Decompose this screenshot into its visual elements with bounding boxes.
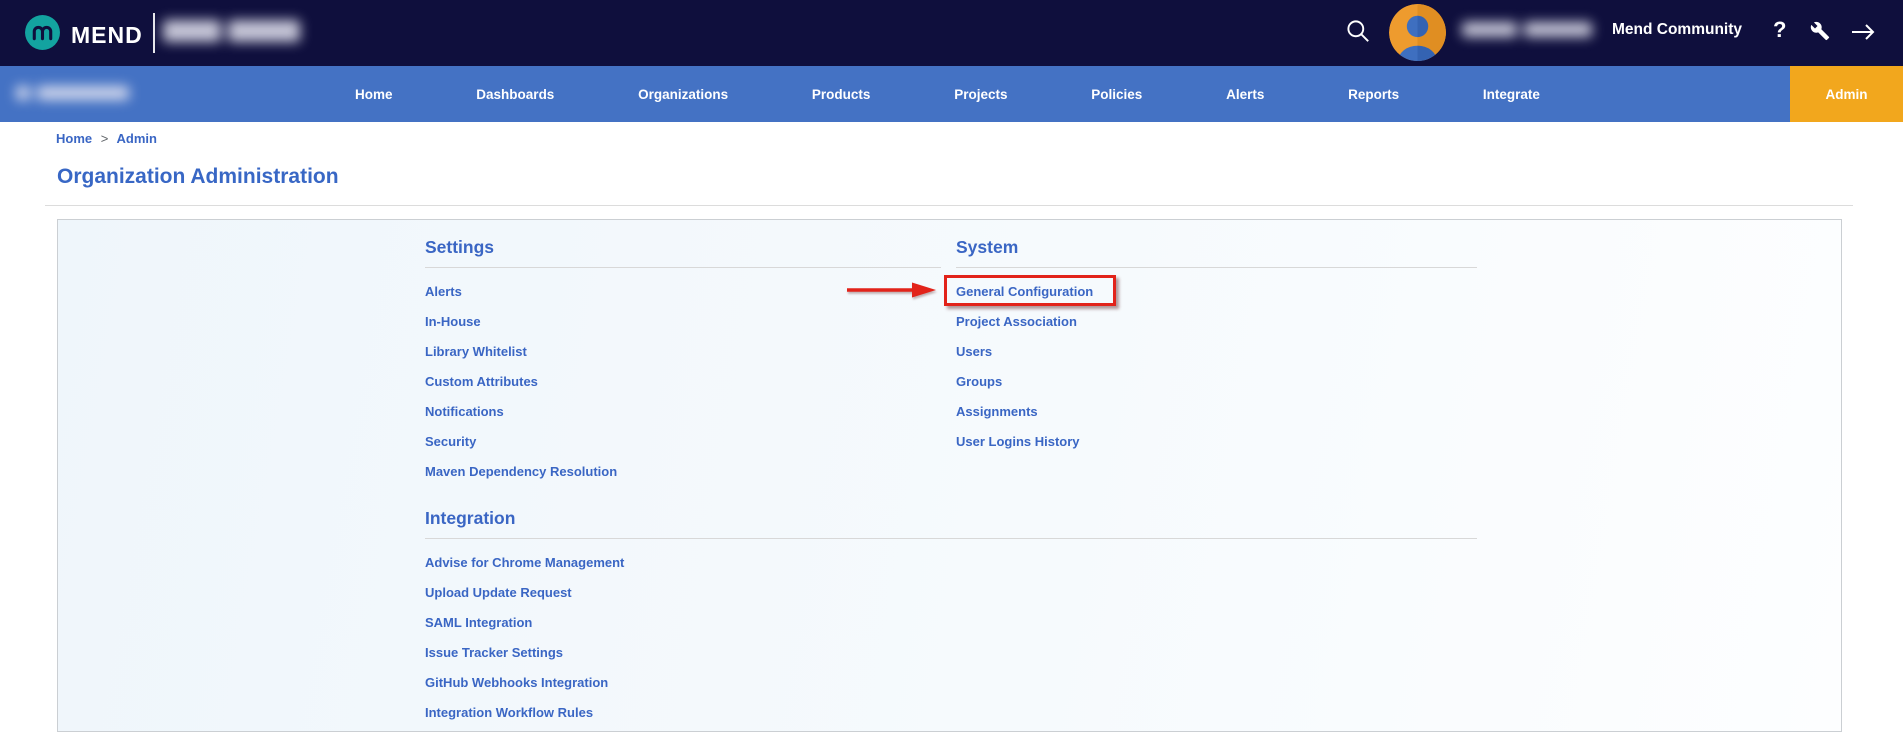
system-link-general-configuration[interactable]: General Configuration bbox=[956, 284, 1477, 300]
nav-item-dashboards[interactable]: Dashboards bbox=[476, 87, 554, 102]
brand-text: MEND bbox=[71, 22, 143, 49]
breadcrumb-home-link[interactable]: Home bbox=[56, 131, 92, 146]
system-link-user-logins-history[interactable]: User Logins History bbox=[956, 434, 1477, 450]
settings-link-library-whitelist[interactable]: Library Whitelist bbox=[425, 344, 941, 360]
avatar[interactable] bbox=[1389, 4, 1446, 61]
breadcrumb-separator: > bbox=[96, 131, 114, 146]
main-nav-bar: Home Dashboards Organizations Products P… bbox=[0, 66, 1903, 122]
wrench-icon[interactable] bbox=[1810, 21, 1830, 46]
system-section-title: System bbox=[956, 237, 1477, 268]
nav-item-organizations[interactable]: Organizations bbox=[638, 87, 728, 102]
section-settings: Settings Alerts In-House Library Whiteli… bbox=[425, 237, 941, 494]
settings-link-alerts[interactable]: Alerts bbox=[425, 284, 941, 300]
settings-link-notifications[interactable]: Notifications bbox=[425, 404, 941, 420]
settings-link-in-house[interactable]: In-House bbox=[425, 314, 941, 330]
integration-link-list: Advise for Chrome Management Upload Upda… bbox=[425, 555, 1477, 721]
breadcrumb-admin-link[interactable]: Admin bbox=[116, 131, 156, 146]
integration-link-saml-integration[interactable]: SAML Integration bbox=[425, 615, 1477, 631]
search-icon[interactable] bbox=[1344, 17, 1371, 49]
horizontal-rule bbox=[45, 205, 1853, 206]
mend-logo: MEND bbox=[24, 14, 143, 56]
integration-section-title: Integration bbox=[425, 508, 1477, 539]
nav-item-products[interactable]: Products bbox=[812, 87, 871, 102]
system-link-groups[interactable]: Groups bbox=[956, 374, 1477, 390]
settings-link-maven-dependency-resolution[interactable]: Maven Dependency Resolution bbox=[425, 464, 941, 480]
redacted-user-name bbox=[1462, 22, 1592, 37]
header-divider bbox=[153, 13, 155, 53]
page-title: Organization Administration bbox=[57, 165, 339, 189]
integration-link-integration-workflow-rules[interactable]: Integration Workflow Rules bbox=[425, 705, 1477, 721]
redacted-account-name bbox=[163, 20, 300, 42]
section-system: System General Configuration Project Ass… bbox=[956, 237, 1477, 464]
integration-link-issue-tracker-settings[interactable]: Issue Tracker Settings bbox=[425, 645, 1477, 661]
nav-item-integrate[interactable]: Integrate bbox=[1483, 87, 1540, 102]
settings-section-title: Settings bbox=[425, 237, 941, 268]
settings-link-security[interactable]: Security bbox=[425, 434, 941, 450]
system-link-list: General Configuration Project Associatio… bbox=[956, 284, 1477, 450]
settings-link-list: Alerts In-House Library Whitelist Custom… bbox=[425, 284, 941, 480]
integration-link-github-webhooks-integration[interactable]: GitHub Webhooks Integration bbox=[425, 675, 1477, 691]
system-link-project-association[interactable]: Project Association bbox=[956, 314, 1477, 330]
mend-logo-icon bbox=[24, 14, 61, 56]
admin-panel: Settings Alerts In-House Library Whiteli… bbox=[57, 219, 1842, 732]
logout-arrow-icon[interactable] bbox=[1850, 23, 1877, 46]
breadcrumb: Home > Admin bbox=[56, 131, 157, 146]
nav-item-reports[interactable]: Reports bbox=[1348, 87, 1399, 102]
nav-item-admin[interactable]: Admin bbox=[1790, 66, 1903, 122]
nav-item-policies[interactable]: Policies bbox=[1091, 87, 1142, 102]
integration-link-advise-for-chrome-management[interactable]: Advise for Chrome Management bbox=[425, 555, 1477, 571]
system-link-users[interactable]: Users bbox=[956, 344, 1477, 360]
nav-item-home[interactable]: Home bbox=[355, 87, 393, 102]
nav-item-projects[interactable]: Projects bbox=[954, 87, 1007, 102]
mend-community-link[interactable]: Mend Community bbox=[1612, 21, 1742, 39]
settings-link-custom-attributes[interactable]: Custom Attributes bbox=[425, 374, 941, 390]
help-icon[interactable]: ? bbox=[1773, 17, 1786, 43]
nav-items: Home Dashboards Organizations Products P… bbox=[355, 66, 1540, 122]
top-header: MEND Mend Community ? bbox=[0, 0, 1903, 66]
section-integration: Integration Advise for Chrome Management… bbox=[425, 508, 1477, 735]
nav-item-alerts[interactable]: Alerts bbox=[1226, 87, 1264, 102]
system-link-assignments[interactable]: Assignments bbox=[956, 404, 1477, 420]
redacted-org-name bbox=[16, 86, 129, 100]
integration-link-upload-update-request[interactable]: Upload Update Request bbox=[425, 585, 1477, 601]
